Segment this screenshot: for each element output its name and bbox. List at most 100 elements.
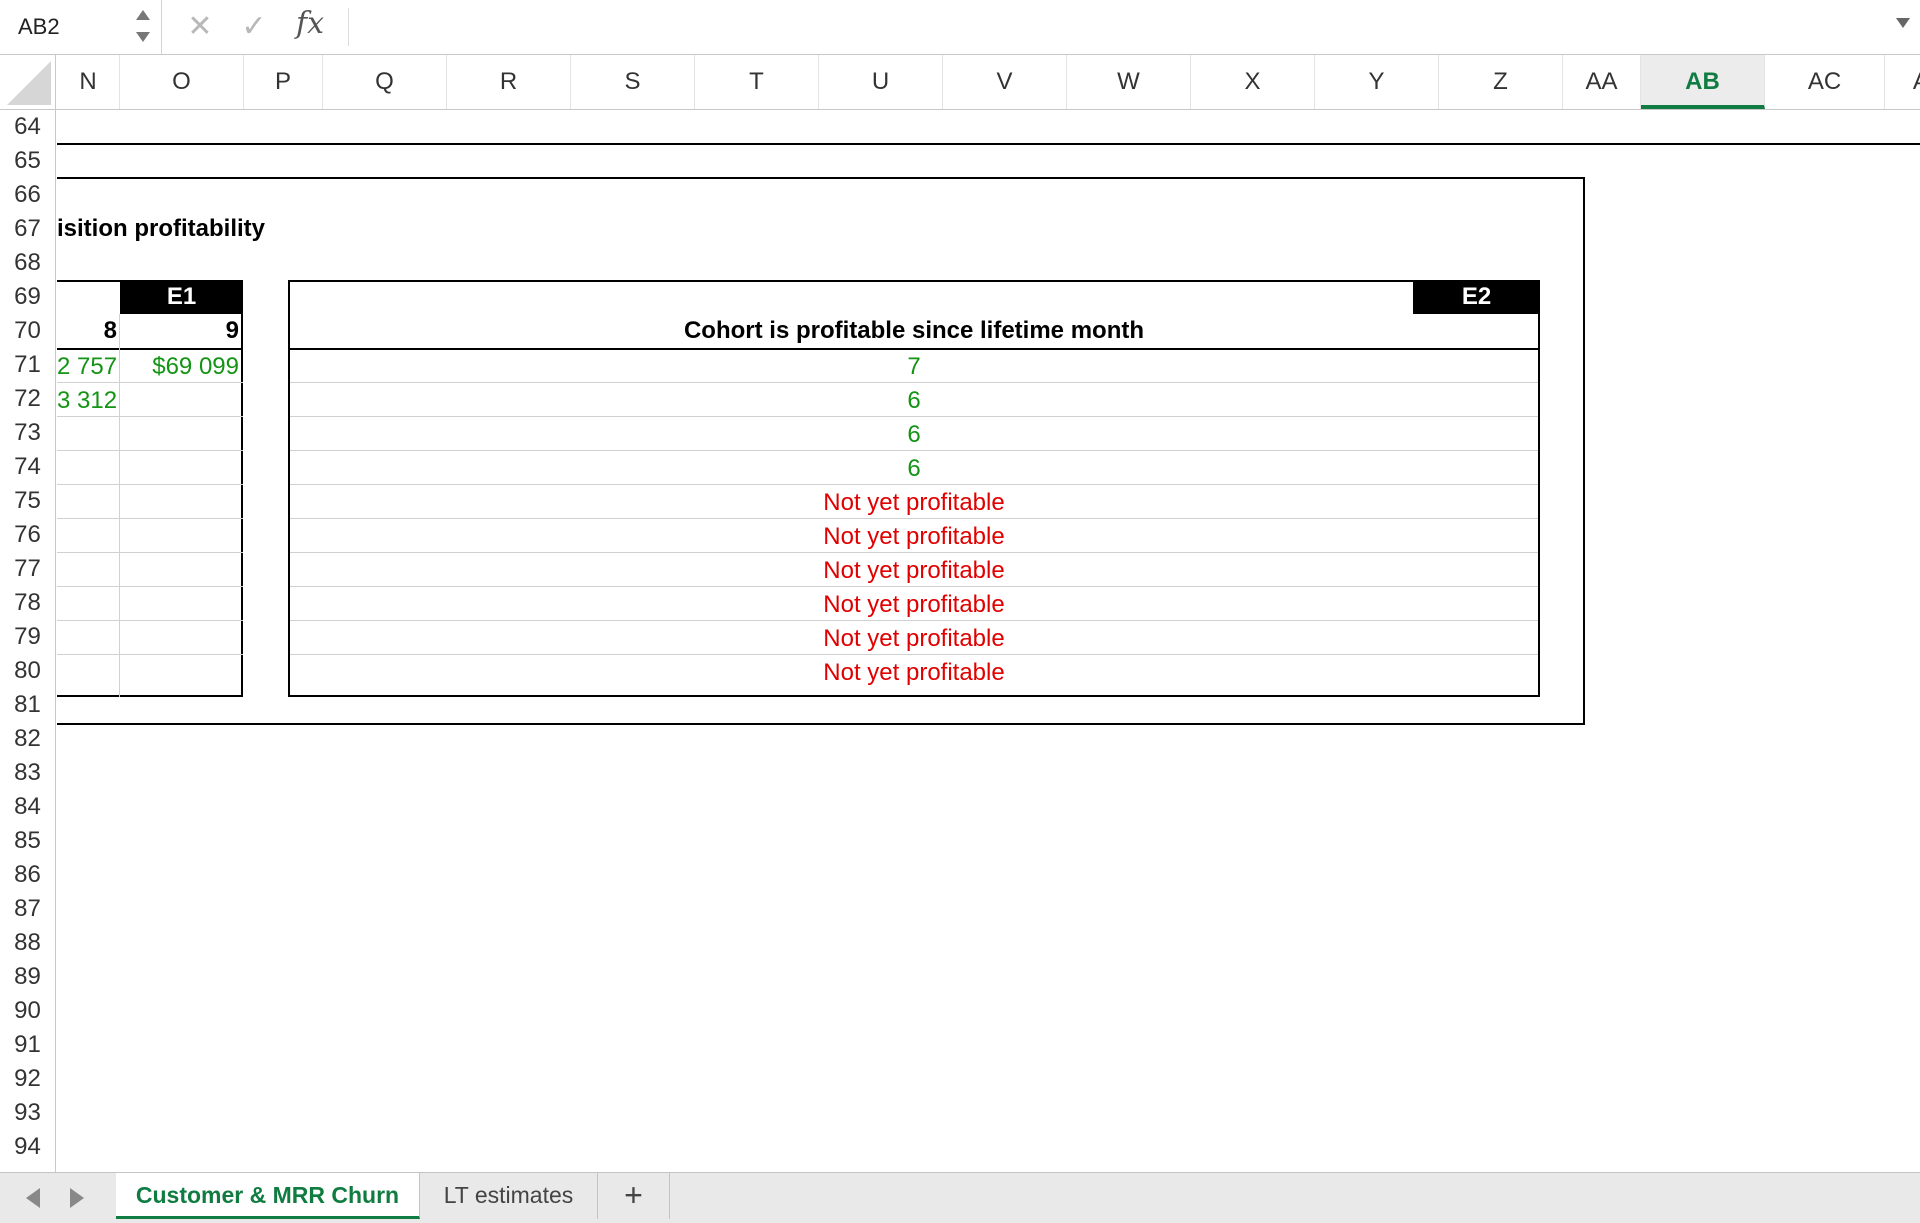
chevron-up-icon[interactable] — [136, 10, 150, 20]
table-e2-cell[interactable]: 6 — [288, 384, 1540, 418]
table-e1-header-8[interactable]: 8 — [57, 314, 117, 348]
row-header[interactable]: 87 — [0, 892, 55, 926]
column-header-q[interactable]: Q — [323, 55, 447, 109]
table-e1-row-line — [57, 552, 243, 553]
row-header[interactable]: 69 — [0, 280, 55, 314]
row-header[interactable]: 68 — [0, 246, 55, 280]
column-header-z[interactable]: Z — [1439, 55, 1563, 109]
table-e2-cell[interactable]: 7 — [288, 350, 1540, 384]
row-header[interactable]: 81 — [0, 688, 55, 722]
row-header[interactable]: 82 — [0, 722, 55, 756]
section-top-border — [57, 143, 1920, 145]
table-e1-row-line — [57, 484, 243, 485]
column-header-p[interactable]: P — [244, 55, 323, 109]
column-header-ac[interactable]: AC — [1765, 55, 1885, 109]
table-e1-cell[interactable]: 3 312 — [57, 384, 117, 418]
row-header[interactable]: 90 — [0, 994, 55, 1028]
table-e2-row-line — [290, 620, 1538, 621]
name-box-stepper[interactable] — [134, 6, 154, 46]
row-header[interactable]: 76 — [0, 518, 55, 552]
table-e2-cell[interactable]: Not yet profitable — [288, 486, 1540, 520]
row-header[interactable]: 88 — [0, 926, 55, 960]
row-header[interactable]: 86 — [0, 858, 55, 892]
row-header[interactable]: 75 — [0, 484, 55, 518]
row-header[interactable]: 65 — [0, 144, 55, 178]
table-e1-row-line — [57, 382, 243, 383]
row-header[interactable]: 64 — [0, 110, 55, 144]
tab-scroll-left-icon[interactable] — [26, 1188, 40, 1208]
column-header-t[interactable]: T — [695, 55, 819, 109]
table-e2-cell[interactable]: Not yet profitable — [288, 622, 1540, 656]
row-header[interactable]: 89 — [0, 960, 55, 994]
row-header[interactable]: 66 — [0, 178, 55, 212]
add-sheet-button[interactable]: + — [598, 1173, 670, 1219]
table-e1-cell[interactable]: $69 099 — [120, 350, 239, 384]
row-header[interactable]: 74 — [0, 450, 55, 484]
column-header-ad[interactable]: AD — [1885, 55, 1920, 109]
table-e2-cell[interactable]: Not yet profitable — [288, 554, 1540, 588]
row-header[interactable]: 80 — [0, 654, 55, 688]
column-header-v[interactable]: V — [943, 55, 1067, 109]
row-header[interactable]: 92 — [0, 1062, 55, 1096]
table-e2-cell[interactable]: 6 — [288, 418, 1540, 452]
function-icon[interactable]: fx — [296, 6, 324, 41]
row-header[interactable]: 91 — [0, 1028, 55, 1062]
table-e2-cell[interactable]: Not yet profitable — [288, 520, 1540, 554]
table-e2-tag[interactable]: E2 — [1413, 280, 1540, 314]
row-header[interactable]: 70 — [0, 314, 55, 348]
table-e2-cell[interactable]: Not yet profitable — [288, 656, 1540, 690]
row-header[interactable]: 71 — [0, 348, 55, 382]
formula-bar: AB2 ✕ ✓ fx — [0, 0, 1920, 55]
expand-formula-icon[interactable] — [1896, 18, 1910, 28]
name-box-value: AB2 — [18, 14, 60, 39]
column-header-aa[interactable]: AA — [1563, 55, 1641, 109]
row-header[interactable]: 73 — [0, 416, 55, 450]
tab-customer-mrr-churn[interactable]: Customer & MRR Churn — [116, 1173, 420, 1219]
worksheet-grid[interactable]: isition profitability E1 8 9 2 757 $69 0… — [57, 110, 1920, 1172]
table-e1-row-line — [57, 654, 243, 655]
column-header-w[interactable]: W — [1067, 55, 1191, 109]
column-header-x[interactable]: X — [1191, 55, 1315, 109]
row-header[interactable]: 67 — [0, 212, 55, 246]
column-header-u[interactable]: U — [819, 55, 943, 109]
chevron-down-icon[interactable] — [136, 32, 150, 42]
row-header[interactable]: 78 — [0, 586, 55, 620]
formula-input[interactable] — [348, 8, 1879, 46]
table-e2-header[interactable]: Cohort is profitable since lifetime mont… — [288, 314, 1540, 348]
section-title[interactable]: isition profitability — [57, 212, 265, 246]
column-header-s[interactable]: S — [571, 55, 695, 109]
column-header-y[interactable]: Y — [1315, 55, 1439, 109]
column-header-o[interactable]: O — [120, 55, 244, 109]
table-e2-row-line — [290, 654, 1538, 655]
column-header-ab[interactable]: AB — [1641, 55, 1765, 109]
table-e2-cell[interactable]: Not yet profitable — [288, 588, 1540, 622]
table-e1-tag[interactable]: E1 — [120, 280, 243, 314]
row-header[interactable]: 77 — [0, 552, 55, 586]
row-header[interactable]: 93 — [0, 1096, 55, 1130]
table-e2-row-line — [290, 416, 1538, 417]
row-header[interactable]: 94 — [0, 1130, 55, 1164]
table-e1-row-line — [57, 416, 243, 417]
table-e1-cell[interactable] — [120, 384, 239, 418]
column-header-n[interactable]: N — [57, 55, 120, 109]
tab-lt-estimates[interactable]: LT estimates — [420, 1173, 598, 1219]
table-e1-row-line — [57, 620, 243, 621]
name-box[interactable]: AB2 — [0, 0, 162, 54]
row-header[interactable]: 85 — [0, 824, 55, 858]
enter-icon[interactable]: ✓ — [236, 8, 272, 46]
table-e2-cell[interactable]: 6 — [288, 452, 1540, 486]
row-header[interactable]: 72 — [0, 382, 55, 416]
sheet-tab-bar: Customer & MRR Churn LT estimates + — [0, 1172, 1920, 1223]
table-e1-cell[interactable]: 2 757 — [57, 350, 117, 384]
table-e2-row-line — [290, 586, 1538, 587]
row-header[interactable]: 83 — [0, 756, 55, 790]
table-e1-row-line — [57, 586, 243, 587]
row-header[interactable]: 84 — [0, 790, 55, 824]
cancel-icon[interactable]: ✕ — [182, 8, 218, 46]
select-all-button[interactable] — [0, 55, 56, 109]
table-e2-row-line — [290, 382, 1538, 383]
column-header-r[interactable]: R — [447, 55, 571, 109]
tab-scroll-right-icon[interactable] — [70, 1188, 84, 1208]
table-e1-header-9[interactable]: 9 — [120, 314, 239, 348]
row-header[interactable]: 79 — [0, 620, 55, 654]
